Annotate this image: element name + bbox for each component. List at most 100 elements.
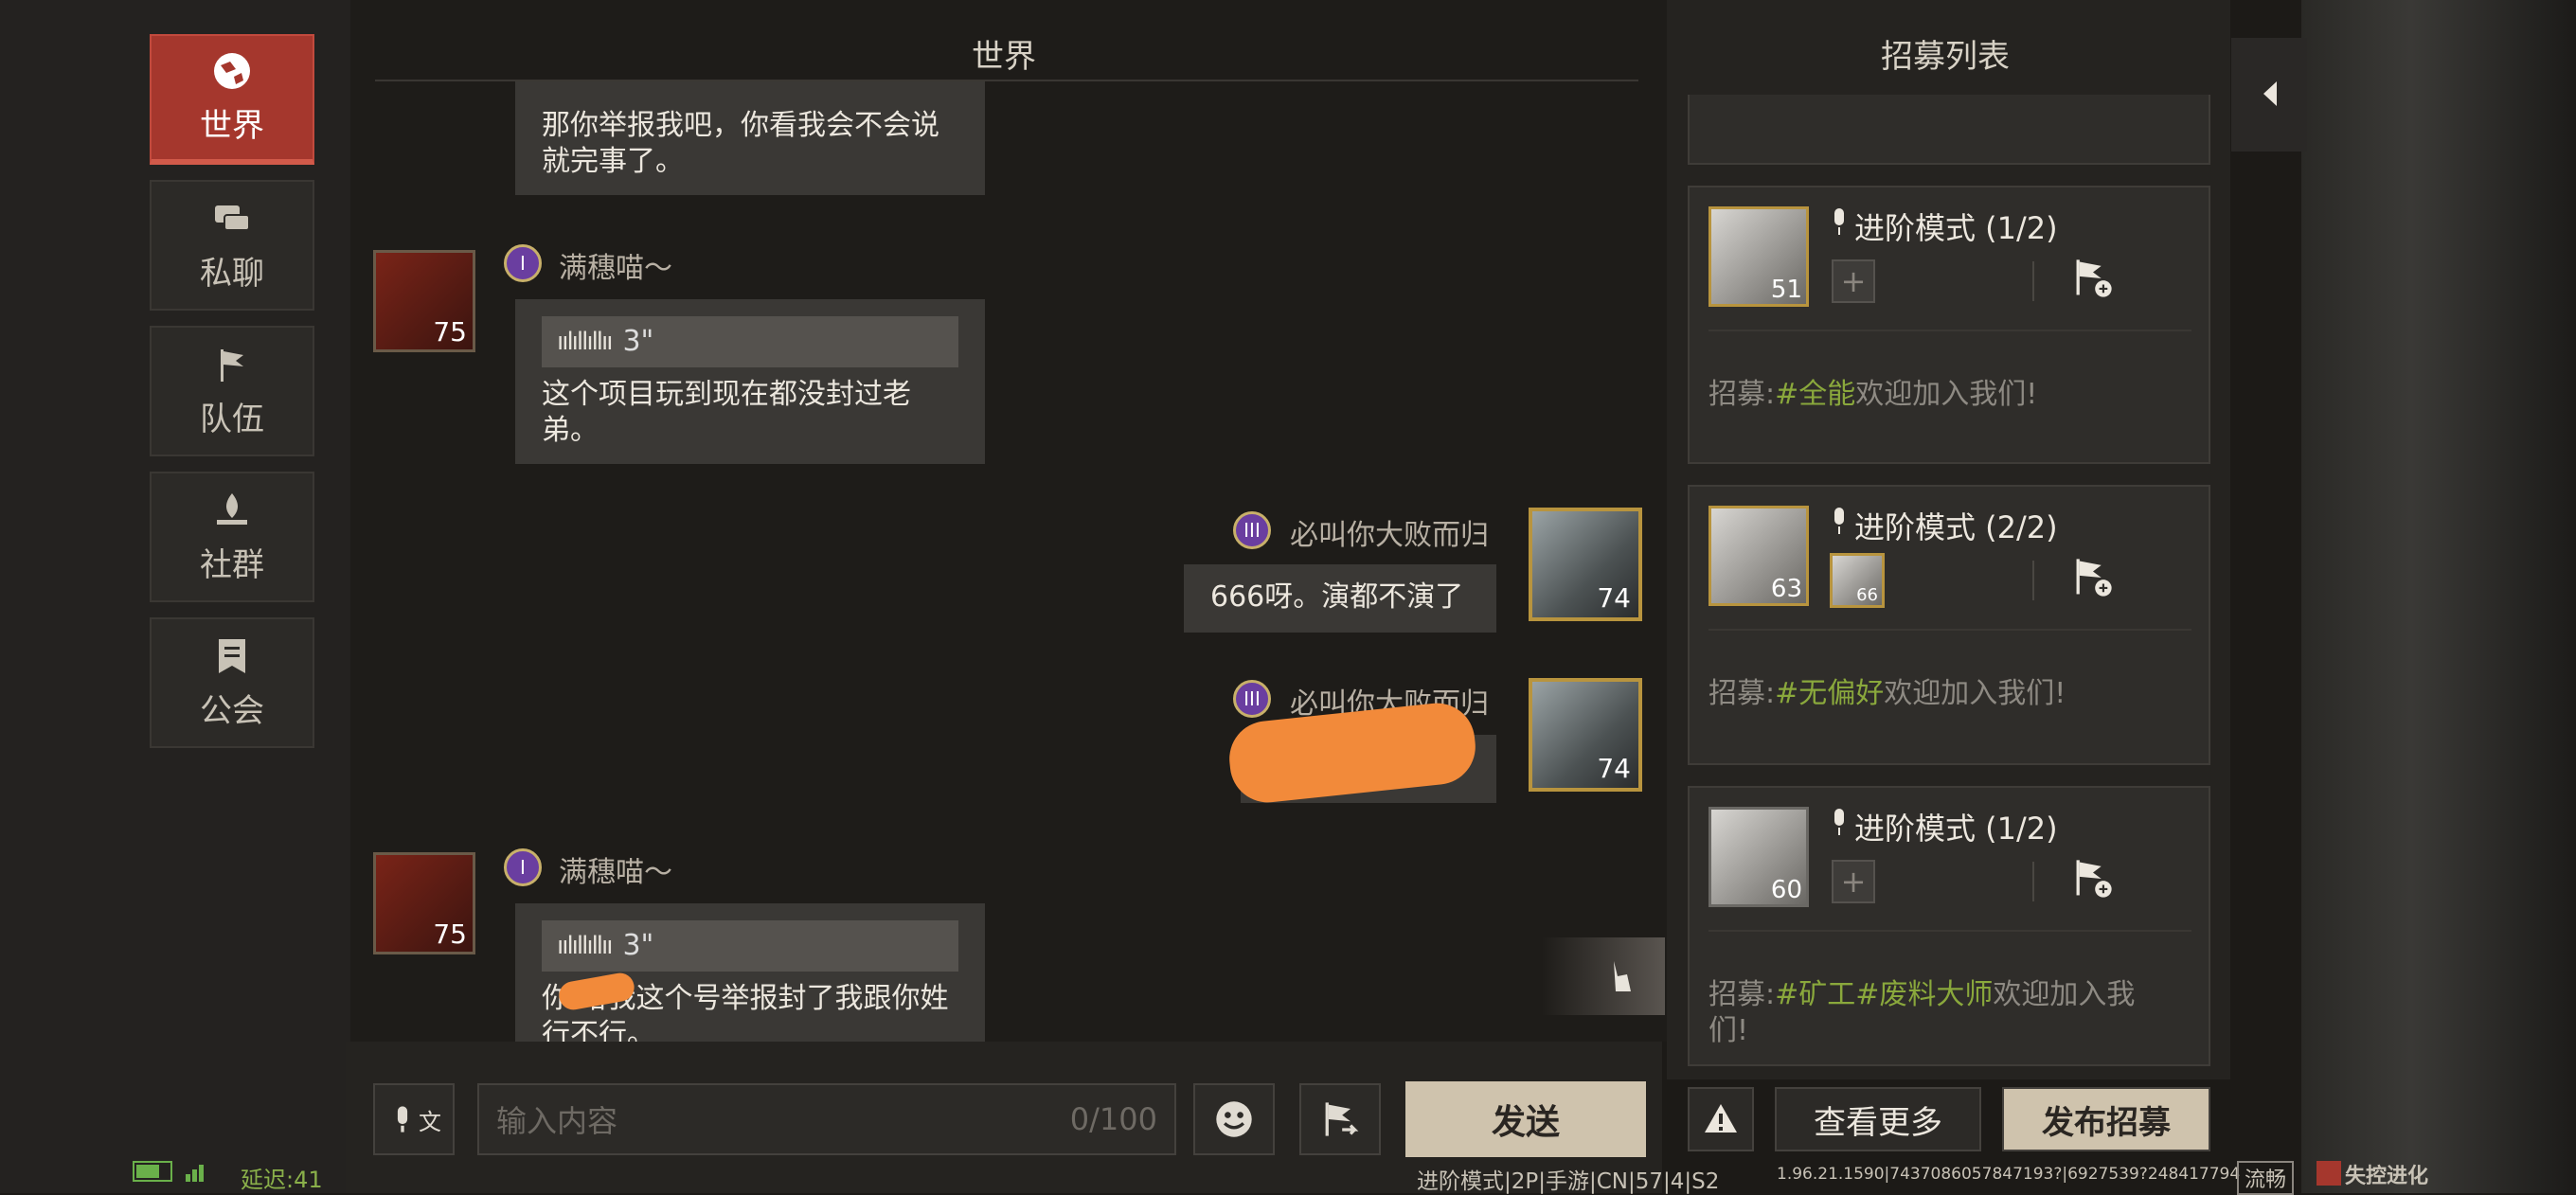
chat-title: 世界 (972, 38, 1036, 76)
globe-icon (214, 52, 250, 89)
member-avatar[interactable]: 66 (1830, 553, 1885, 608)
nav-community-label: 社群 (200, 545, 264, 584)
mode-label: 进阶模式 (1/2) (1854, 210, 2058, 246)
avatar[interactable]: 75 (373, 250, 475, 352)
empty-slot-plus[interactable]: + (1832, 860, 1875, 903)
mic-icon (397, 1106, 408, 1133)
game-logo-icon (2317, 1161, 2341, 1186)
voice-translate-button[interactable]: 文 (373, 1083, 455, 1155)
recruit-card[interactable]: 63 进阶模式 (2/2) 66 招募:#无偏好欢迎加入我们! (1688, 485, 2210, 765)
message-text: 那你举报我吧，你看我会不会说就完事了。 (542, 109, 939, 178)
voice-message[interactable]: ıılıllıllıı 3" (542, 920, 958, 972)
avatar-level: 75 (433, 919, 467, 950)
mic-icon (1834, 508, 1844, 534)
message-bubble: ıılıllıllıı 3" 这个项目玩到现在都没封过老弟。 (515, 299, 985, 464)
username[interactable]: 满穗喵～ (559, 848, 672, 890)
signal-icon (186, 1161, 210, 1182)
nav-guild-label: 公会 (200, 691, 264, 730)
message-text: 666呀。演都不演了 (1210, 580, 1464, 614)
char-counter: 0/100 (1069, 1101, 1157, 1137)
campfire-icon (217, 492, 247, 525)
slot-divider (2032, 561, 2034, 600)
join-team-flag-icon[interactable] (2070, 555, 2116, 600)
message-text: 这个项目玩到现在都没封过老弟。 (542, 378, 911, 447)
avatar-level: 74 (1597, 753, 1631, 784)
nav-private-label: 私聊 (200, 254, 264, 293)
chat-bubbles-icon (215, 205, 250, 231)
self-avatar[interactable]: 74 (1529, 508, 1642, 621)
publish-recruit-button[interactable]: 发布招募 (2002, 1087, 2210, 1151)
leader-avatar[interactable]: 51 (1708, 206, 1809, 307)
mic-icon (1834, 208, 1844, 235)
voice-message[interactable]: ıılıllıllıı 3" (542, 316, 958, 367)
slot-divider (2032, 862, 2034, 901)
empty-slot-plus[interactable]: + (1832, 259, 1875, 303)
nav-world[interactable]: 世界 (150, 34, 314, 165)
send-button[interactable]: 发送 (1405, 1081, 1646, 1157)
nav-community[interactable]: 社群 (150, 472, 314, 602)
wave-hand-button[interactable] (1542, 937, 1665, 1015)
share-team-button[interactable] (1299, 1083, 1381, 1155)
mic-icon (1834, 809, 1844, 835)
voice-duration: 3" (622, 929, 654, 962)
chat-input-placeholder: 输入内容 (496, 1103, 618, 1139)
mode-info: 进阶模式|2P|手游|CN|57|4|S2 (1417, 1169, 1720, 1194)
recruit-message: 招募:#全能欢迎加入我们! (1708, 378, 2038, 411)
rank-badge-icon: I (504, 848, 542, 886)
card-divider (1708, 629, 2191, 631)
member-level: 66 (1856, 585, 1878, 605)
battery-icon (133, 1161, 172, 1182)
recruit-card[interactable]: 60 进阶模式 (1/2) + 招募:#矿工#废料大师欢迎加入我们! (1688, 786, 2210, 1066)
flag-icon (221, 348, 243, 382)
latency: 延迟:41 (241, 1167, 323, 1193)
avatar[interactable]: 75 (373, 852, 475, 954)
recruit-card-partial (1688, 95, 2210, 165)
card-divider (1708, 930, 2191, 932)
avatar-level: 75 (433, 316, 467, 348)
leader-avatar[interactable]: 63 (1708, 506, 1809, 606)
version-info: 1.96.21.1590|7437086057847193?|6927539?2… (1777, 1165, 2241, 1184)
username[interactable]: 必叫你大败而归 (1290, 511, 1489, 553)
leader-level: 51 (1770, 276, 1802, 304)
network-status: 流畅 (2237, 1161, 2295, 1195)
voice-duration: 3" (622, 325, 654, 358)
recruit-title: 招募列表 (1881, 38, 2010, 76)
leader-level: 60 (1770, 876, 1802, 904)
report-button[interactable] (1688, 1087, 1754, 1151)
slot-divider (2032, 261, 2034, 301)
mode-label: 进阶模式 (2/2) (1854, 509, 2058, 545)
collapse-panel-button[interactable] (2231, 38, 2307, 152)
rank-badge-icon: I (504, 244, 542, 282)
game-logo-text: 失控进化 (2345, 1165, 2429, 1188)
view-more-button[interactable]: 查看更多 (1775, 1087, 1981, 1151)
leader-level: 63 (1770, 575, 1802, 603)
join-team-flag-icon[interactable] (2070, 256, 2116, 301)
card-divider (1708, 330, 2191, 331)
message-bubble: 那你举报我吧，你看我会不会说就完事了。 (515, 81, 985, 195)
chat-input[interactable]: 输入内容 0/100 (477, 1083, 1176, 1155)
nav-team[interactable]: 队伍 (150, 326, 314, 456)
rank-badge-icon: III (1233, 680, 1271, 718)
leader-avatar[interactable]: 60 (1708, 807, 1809, 907)
nav-guild[interactable]: 公会 (150, 617, 314, 748)
join-team-flag-icon[interactable] (2070, 856, 2116, 901)
warning-icon (1705, 1104, 1737, 1133)
raise-hand-icon (1614, 961, 1631, 991)
right-background (2301, 0, 2576, 1193)
username[interactable]: 满穗喵～ (559, 244, 672, 286)
message-bubble: 666呀。演都不演了 (1184, 564, 1496, 633)
recruit-message: 招募:#无偏好欢迎加入我们! (1708, 677, 2066, 710)
emoji-button[interactable] (1193, 1083, 1275, 1155)
rank-badge-icon: III (1233, 511, 1271, 549)
recruit-card[interactable]: 51 进阶模式 (1/2) + 招募:#全能欢迎加入我们! (1688, 186, 2210, 464)
self-avatar[interactable]: 74 (1529, 678, 1642, 792)
waveform-icon: ıılıllıllıı (557, 932, 613, 960)
recruit-message: 招募:#矿工#废料大师欢迎加入我们! (1708, 978, 2136, 1047)
banner-icon (219, 638, 245, 673)
flag-share-icon (1325, 1102, 1359, 1136)
translate-glyph: 文 (419, 1108, 441, 1135)
nav-private[interactable]: 私聊 (150, 180, 314, 311)
mode-label: 进阶模式 (1/2) (1854, 811, 2058, 847)
avatar-level: 74 (1597, 582, 1631, 614)
waveform-icon: ıılıllıllıı (557, 328, 613, 356)
